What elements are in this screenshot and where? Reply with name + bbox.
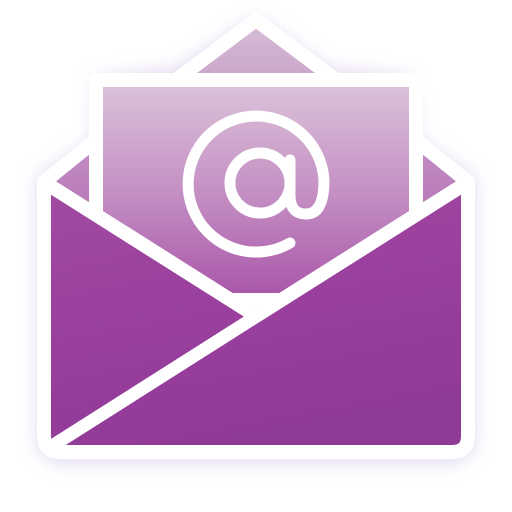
open-envelope-email-icon bbox=[37, 13, 475, 462]
app-icon bbox=[0, 0, 512, 512]
